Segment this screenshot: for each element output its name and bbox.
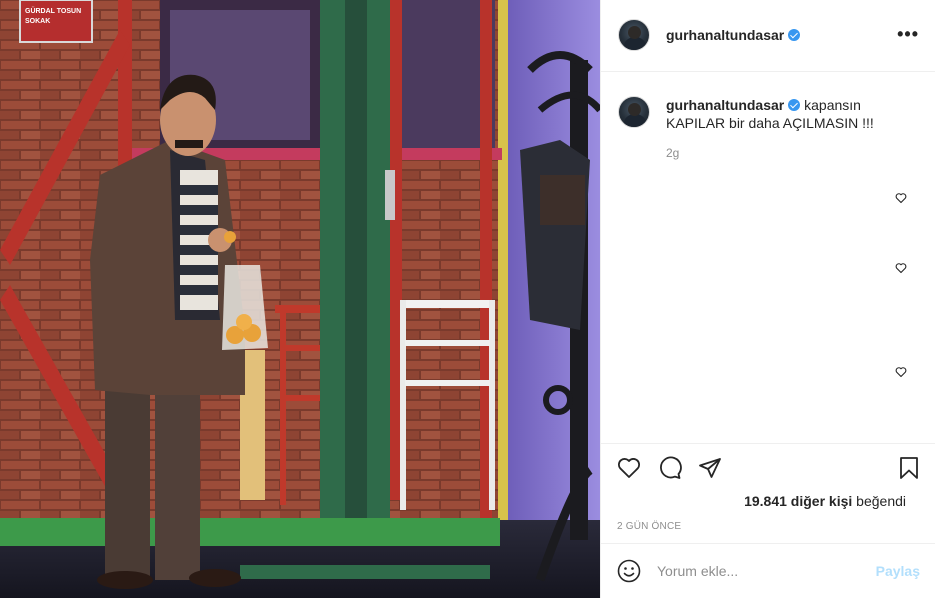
post-header: gurhanaltundasar ••• (601, 0, 935, 72)
caption-timestamp[interactable]: 2g (666, 146, 679, 160)
paper-plane-icon[interactable] (698, 456, 722, 480)
street-sign-line2: SOKAK (25, 18, 50, 25)
likes-count-value[interactable]: 19.841 diğer kişi (744, 493, 852, 509)
caption-line1: kapansın (804, 97, 861, 113)
post-image: GÜRDAL TOSUN SOKAK (0, 0, 600, 598)
likes-suffix: beğendi (856, 493, 906, 509)
bookmark-icon[interactable] (897, 456, 921, 480)
avatar[interactable] (618, 19, 650, 51)
share-button[interactable]: Paylaş (876, 563, 920, 579)
caption-avatar[interactable] (618, 96, 650, 128)
comment-like-heart-icon[interactable] (895, 192, 907, 204)
header-username[interactable]: gurhanaltundasar (666, 27, 801, 43)
caption-verified-badge-icon (788, 99, 801, 111)
comment-box: Paylaş (601, 543, 935, 598)
post-side-panel: gurhanaltundasar ••• gurhanaltundasar ka… (600, 0, 935, 598)
comment-icon[interactable] (658, 456, 682, 480)
caption-username[interactable]: gurhanaltundasar (666, 97, 784, 113)
caption-text: gurhanaltundasar kapansın KAPILAR bir da… (666, 96, 916, 132)
header-username-text[interactable]: gurhanaltundasar (666, 27, 784, 43)
post-date[interactable]: 2 GÜN ÖNCE (617, 521, 681, 532)
comment-input[interactable] (657, 560, 867, 582)
verified-badge-icon (788, 29, 801, 41)
caption-line2: KAPILAR bir daha AÇILMASIN !!! (666, 115, 874, 131)
comment-like-heart-icon[interactable] (895, 366, 907, 378)
post-actions: 19.841 diğer kişi beğendi 2 GÜN ÖNCE (601, 443, 935, 543)
likes-count[interactable]: 19.841 diğer kişi beğendi (744, 493, 906, 509)
more-options-icon[interactable]: ••• (897, 25, 919, 43)
heart-icon[interactable] (617, 456, 641, 480)
comment-like-heart-icon[interactable] (895, 262, 907, 274)
smiley-icon[interactable] (617, 559, 641, 583)
street-sign-line1: GÜRDAL TOSUN (25, 6, 81, 15)
post-photo[interactable]: GÜRDAL TOSUN SOKAK (0, 0, 600, 598)
